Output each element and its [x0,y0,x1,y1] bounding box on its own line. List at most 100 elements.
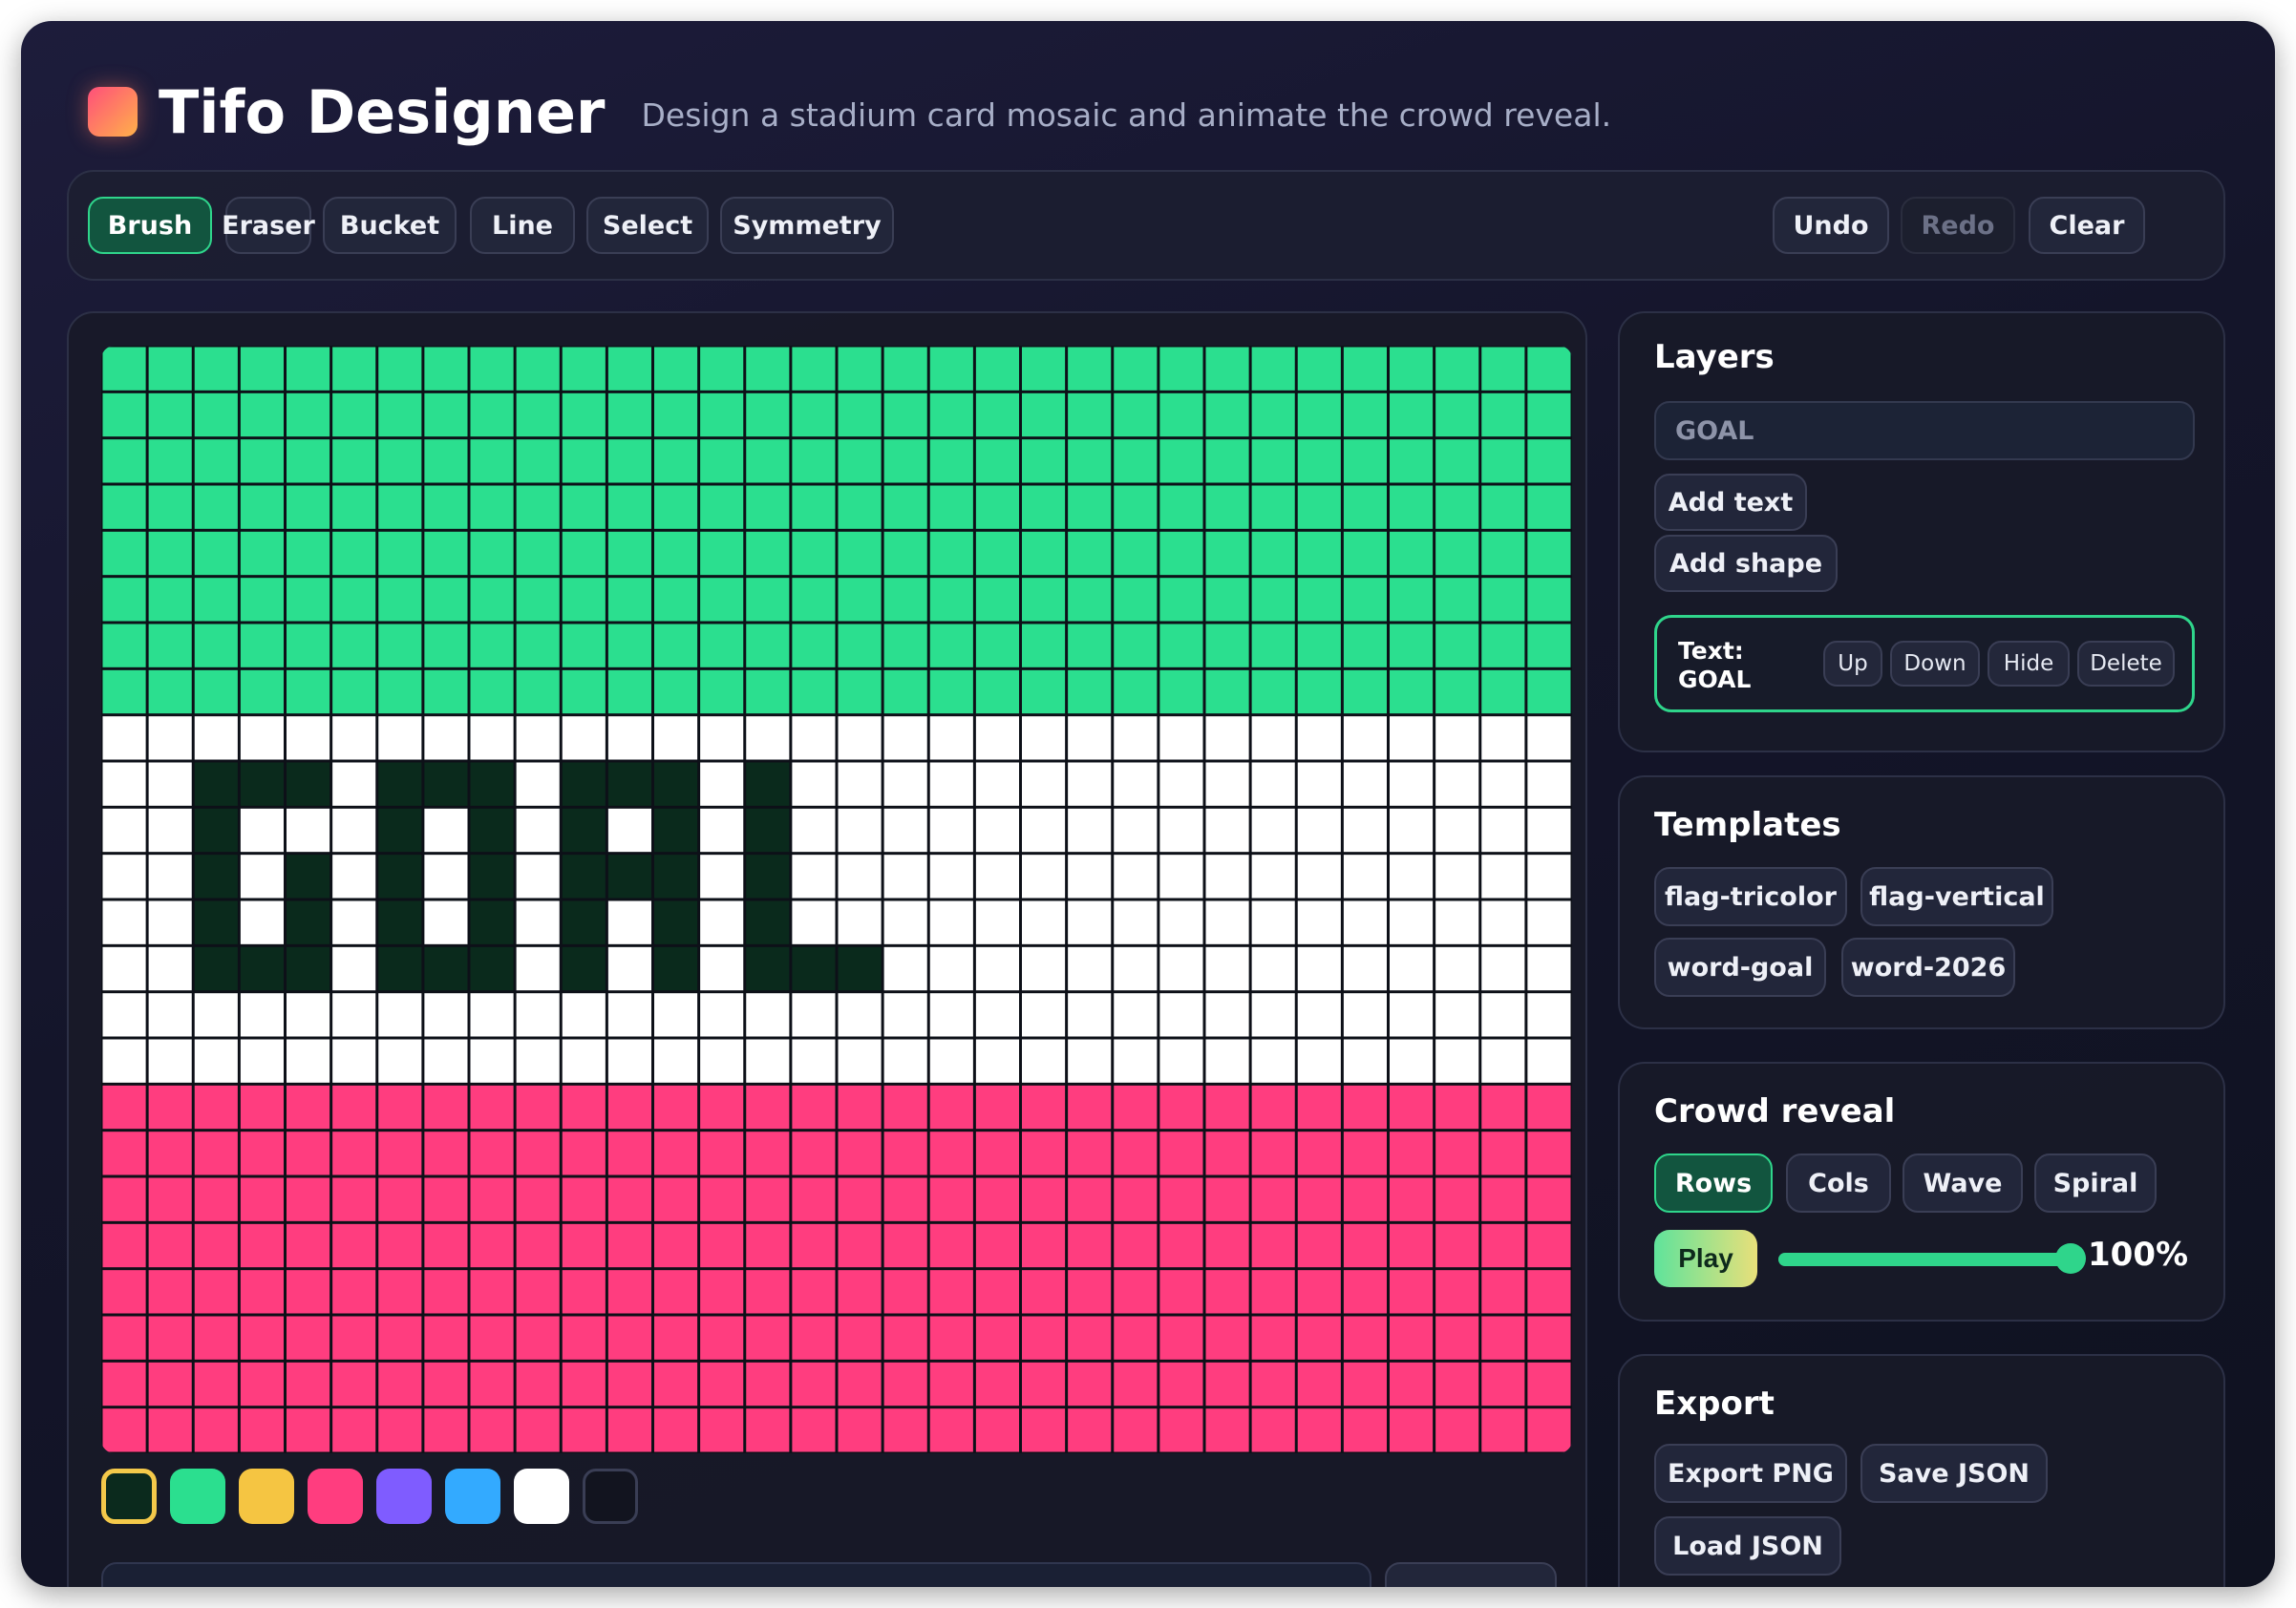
mosaic-cell[interactable] [929,1270,973,1314]
mosaic-cell[interactable] [1481,1223,1525,1268]
mosaic-cell[interactable] [287,1085,330,1130]
mosaic-cell[interactable] [654,1039,698,1083]
mosaic-cell[interactable] [1390,392,1434,437]
mosaic-cell[interactable] [1481,1408,1525,1452]
mosaic-cell[interactable] [607,485,651,529]
mosaic-cell[interactable] [700,485,744,529]
mosaic-cell[interactable] [883,1316,927,1360]
reveal-rows-button[interactable]: Rows [1654,1153,1773,1213]
mosaic-cell[interactable] [1297,578,1341,622]
mosaic-cell[interactable] [102,1362,146,1407]
mosaic-cell[interactable] [102,1177,146,1221]
mosaic-cell[interactable] [148,716,192,760]
mosaic-cell[interactable] [424,624,468,667]
mosaic-cell[interactable] [1343,900,1387,944]
mosaic-cell[interactable] [378,900,422,944]
mosaic-cell[interactable] [607,392,651,437]
mosaic-cell[interactable] [240,1039,284,1083]
mosaic-cell[interactable] [1527,669,1571,714]
mosaic-cell[interactable] [792,1177,836,1221]
mosaic-cell[interactable] [700,1132,744,1175]
mosaic-cell[interactable] [1481,1362,1525,1407]
mosaic-cell[interactable] [1297,485,1341,529]
mosaic-cell[interactable] [1527,946,1571,991]
mosaic-cell[interactable] [792,1316,836,1360]
mosaic-cell[interactable] [1435,716,1479,760]
mosaic-cell[interactable] [746,1408,790,1452]
mosaic-cell[interactable] [1481,946,1525,991]
mosaic-cell[interactable] [975,1316,1019,1360]
mosaic-cell[interactable] [1068,1085,1112,1130]
mosaic-cell[interactable] [654,485,698,529]
mosaic-cell[interactable] [378,855,422,899]
mosaic-cell[interactable] [1527,1362,1571,1407]
mosaic-cell[interactable] [378,392,422,437]
mosaic-cell[interactable] [562,1408,606,1452]
mosaic-cell[interactable] [378,1085,422,1130]
mosaic-cell[interactable] [1527,900,1571,944]
mosaic-cell[interactable] [1251,1039,1295,1083]
mosaic-cell[interactable] [1159,1039,1203,1083]
mosaic-cell[interactable] [929,1085,973,1130]
mosaic-cell[interactable] [1390,669,1434,714]
mosaic-cell[interactable] [1159,716,1203,760]
layer-down-button[interactable]: Down [1890,641,1980,687]
mosaic-cell[interactable] [1297,439,1341,483]
mosaic-cell[interactable] [1251,716,1295,760]
mosaic-cell[interactable] [194,855,238,899]
mosaic-cell[interactable] [1390,1085,1434,1130]
mosaic-cell[interactable] [700,578,744,622]
mosaic-cell[interactable] [148,993,192,1037]
mosaic-cell[interactable] [1527,578,1571,622]
mosaic-cell[interactable] [838,1223,882,1268]
mosaic-cell[interactable] [746,716,790,760]
mosaic-cell[interactable] [378,439,422,483]
mosaic-cell[interactable] [424,531,468,576]
mosaic-cell[interactable] [1068,1223,1112,1268]
mosaic-cell[interactable] [975,1362,1019,1407]
mosaic-cell[interactable] [1251,531,1295,576]
mosaic-cell[interactable] [562,1177,606,1221]
mosaic-cell[interactable] [148,808,192,853]
mosaic-cell[interactable] [607,531,651,576]
mosaic-cell[interactable] [1343,1362,1387,1407]
mosaic-cell[interactable] [883,624,927,667]
mosaic-cell[interactable] [1022,716,1066,760]
mosaic-cell[interactable] [1205,1270,1249,1314]
mosaic-cell[interactable] [883,716,927,760]
mosaic-cell[interactable] [332,669,376,714]
mosaic-cell[interactable] [1343,808,1387,853]
mosaic-cell[interactable] [470,900,514,944]
mosaic-cell[interactable] [470,1270,514,1314]
mosaic-cell[interactable] [1481,993,1525,1037]
mosaic-cell[interactable] [654,1132,698,1175]
mosaic-cell[interactable] [929,439,973,483]
mosaic-cell[interactable] [1251,1408,1295,1452]
mosaic-cell[interactable] [700,716,744,760]
mosaic-cell[interactable] [378,624,422,667]
mosaic-cell[interactable] [1068,993,1112,1037]
mosaic-cell[interactable] [1297,531,1341,576]
mosaic-cell[interactable] [332,624,376,667]
mosaic-cell[interactable] [700,439,744,483]
mosaic-cell[interactable] [102,1039,146,1083]
mosaic-cell[interactable] [1297,1177,1341,1221]
mosaic-cell[interactable] [1068,1270,1112,1314]
mosaic-cell[interactable] [287,439,330,483]
mosaic-cell[interactable] [654,669,698,714]
mosaic-cell[interactable] [102,900,146,944]
mosaic-cell[interactable] [287,578,330,622]
mosaic-cell[interactable] [1435,439,1479,483]
mosaic-cell[interactable] [424,855,468,899]
mosaic-cell[interactable] [102,855,146,899]
reveal-cols-button[interactable]: Cols [1786,1153,1891,1213]
mosaic-cell[interactable] [975,347,1019,391]
mosaic-cell[interactable] [654,716,698,760]
mosaic-cell[interactable] [654,762,698,806]
mosaic-cell[interactable] [1297,392,1341,437]
mosaic-cell[interactable] [1251,1316,1295,1360]
mosaic-cell[interactable] [516,1177,560,1221]
mosaic-cell[interactable] [654,1270,698,1314]
mosaic-cell[interactable] [1297,1085,1341,1130]
mosaic-cell[interactable] [287,900,330,944]
